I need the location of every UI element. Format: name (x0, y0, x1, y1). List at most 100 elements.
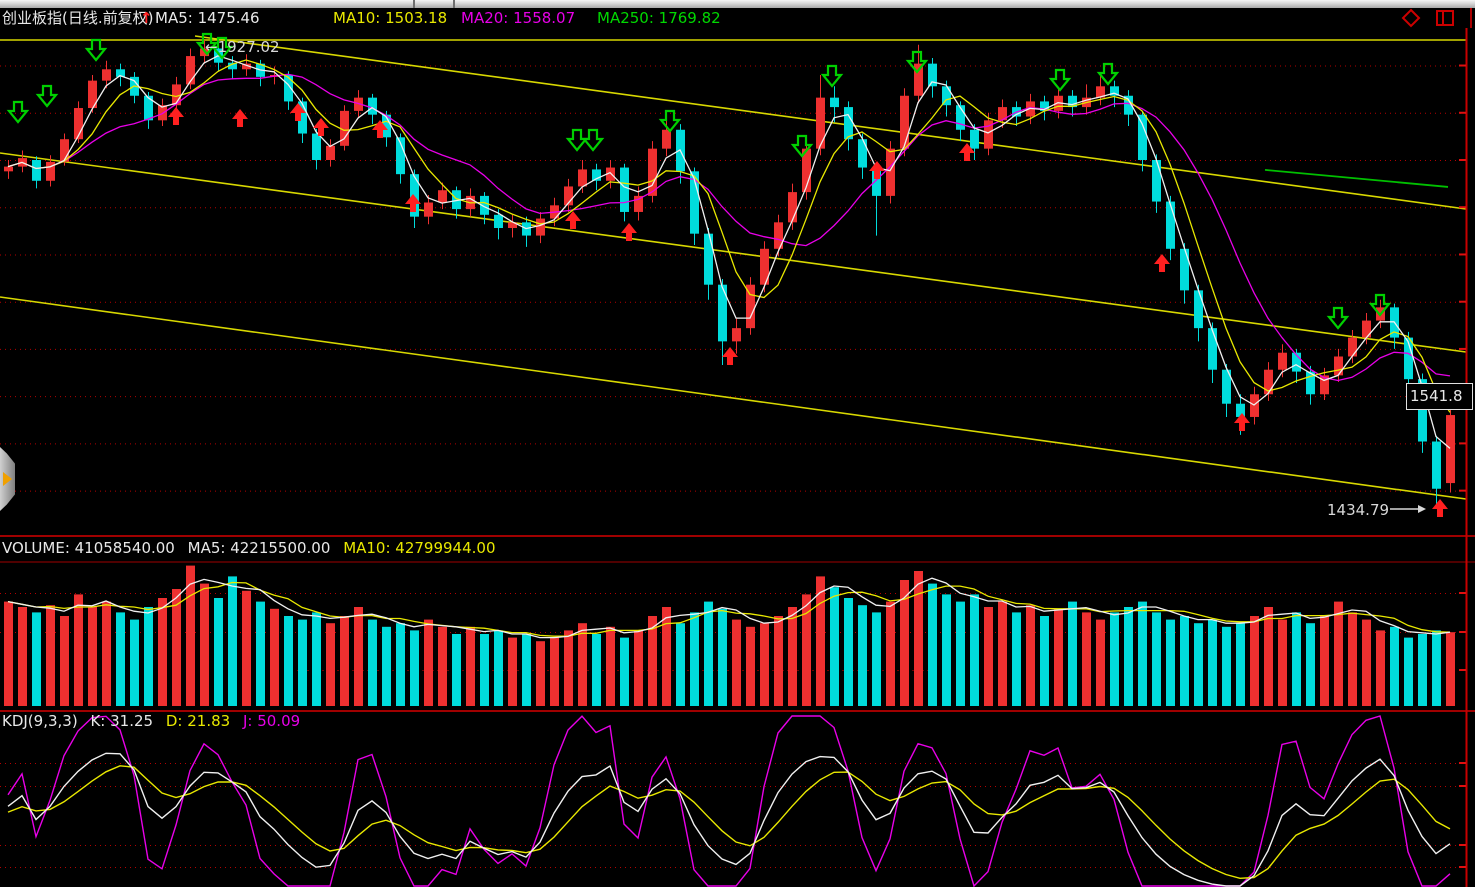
sell-signal-arrow (568, 130, 586, 150)
volume-bar (1432, 630, 1441, 706)
kdj-j-value: J: 50.09 (243, 712, 300, 730)
candle-up (1446, 415, 1455, 483)
kdj-name: KDJ(9,3,3) (2, 712, 78, 730)
candle-up (662, 130, 671, 149)
sell-signal-arrow (1329, 308, 1347, 328)
buy-signal-arrow (168, 107, 184, 125)
volume-bar (1138, 602, 1147, 706)
volume-bar (1446, 632, 1455, 706)
volume-bar (1096, 620, 1105, 706)
price-ma-line (8, 74, 1450, 380)
volume-bar (886, 602, 895, 706)
volume-bar (984, 607, 993, 706)
volume-bar (536, 641, 545, 706)
volume-bar (1264, 607, 1273, 706)
strip-divider (413, 0, 415, 8)
volume-bar (956, 602, 965, 706)
volume-bar (32, 612, 41, 706)
price-chart-canvas[interactable]: ←1927.021434.79 (0, 28, 1475, 887)
volume-bar (4, 602, 13, 706)
sell-signal-arrow (38, 86, 56, 106)
candle-down (284, 75, 293, 101)
volume-bar (396, 623, 405, 706)
candle-down (1194, 290, 1203, 328)
volume-bar (1208, 620, 1217, 706)
diamond-icon[interactable] (1403, 10, 1419, 26)
kdj-line (8, 716, 1450, 886)
volume-bar (774, 616, 783, 706)
volume-bar (144, 607, 153, 706)
volume-bar (172, 589, 181, 706)
candle-up (102, 69, 111, 80)
sell-signal-arrow (661, 111, 679, 131)
volume-bar (88, 607, 97, 706)
volume-bar (116, 612, 125, 706)
kdj-panel-header: KDJ(9,3,3) K: 31.25 D: 21.83 J: 50.09 (2, 712, 308, 730)
volume-panel-header: VOLUME: 41058540.00 MA5: 42215500.00 MA1… (2, 539, 504, 557)
volume-bar (508, 638, 517, 706)
candle-down (1152, 160, 1161, 202)
volume-bar (928, 584, 937, 706)
volume-bar (1390, 627, 1399, 706)
buy-signal-arrow (1432, 499, 1448, 517)
volume-bar (1124, 607, 1133, 706)
volume-ma10-value: MA10: 42799944.00 (343, 539, 495, 557)
volume-bar (1348, 612, 1357, 706)
volume-bar (326, 623, 335, 706)
candle-down (312, 134, 321, 160)
volume-bar (1222, 627, 1231, 706)
candle-up (4, 167, 13, 172)
candle-down (1138, 115, 1147, 160)
candle-up (732, 328, 741, 341)
volume-bar (746, 627, 755, 706)
volume-bar (354, 607, 363, 706)
volume-bar (788, 607, 797, 706)
candle-down (1208, 328, 1217, 370)
candle-down (718, 285, 727, 342)
kdj-d-value: D: 21.83 (166, 712, 230, 730)
volume-bar (1278, 620, 1287, 706)
volume-bar (1054, 609, 1063, 706)
volume-bar (1320, 616, 1329, 706)
candle-down (704, 234, 713, 285)
volume-bar (1236, 623, 1245, 706)
volume-bar (1068, 602, 1077, 706)
candle-up (788, 192, 797, 222)
candle-down (1432, 442, 1441, 489)
candle-up (1334, 356, 1343, 375)
candle-down (620, 168, 629, 212)
kdj-line (8, 753, 1450, 886)
volume-bar (1306, 623, 1315, 706)
stock-chart-app: 创业板指(日线.前复权) ↑ MA5: 1475.46 MA10: 1503.1… (0, 0, 1475, 887)
volume-bar (914, 571, 923, 706)
ma10-value: MA10: 1503.18 (333, 8, 447, 28)
volume-bar (1166, 620, 1175, 706)
volume-bar (1040, 616, 1049, 706)
candle-down (494, 215, 503, 228)
volume-bar (18, 607, 27, 706)
chart-header-bar: 创业板指(日线.前复权) ↑ MA5: 1475.46 MA10: 1503.1… (0, 8, 1475, 28)
candle-up (634, 196, 643, 212)
volume-value: VOLUME: 41058540.00 (2, 539, 175, 557)
volume-bar (522, 634, 531, 706)
expand-arrow-icon (3, 472, 12, 486)
candle-up (1278, 353, 1287, 370)
volume-bar (284, 616, 293, 706)
candle-down (844, 107, 853, 139)
volume-bar (1110, 612, 1119, 706)
volume-bar (1418, 634, 1427, 706)
volume-bar (60, 616, 69, 706)
candle-up (900, 96, 909, 149)
candle-down (858, 139, 867, 167)
volume-bar (46, 605, 55, 706)
sell-signal-arrow (87, 40, 105, 60)
volume-bar (312, 612, 321, 706)
candle-down (1180, 249, 1189, 291)
volume-bar (466, 627, 475, 706)
ma250-line (1265, 170, 1448, 187)
volume-bar (1404, 638, 1413, 706)
volume-bar (410, 630, 419, 706)
window-split-icon[interactable] (1437, 11, 1453, 25)
candle-up (1250, 394, 1259, 417)
volume-bar (340, 616, 349, 706)
